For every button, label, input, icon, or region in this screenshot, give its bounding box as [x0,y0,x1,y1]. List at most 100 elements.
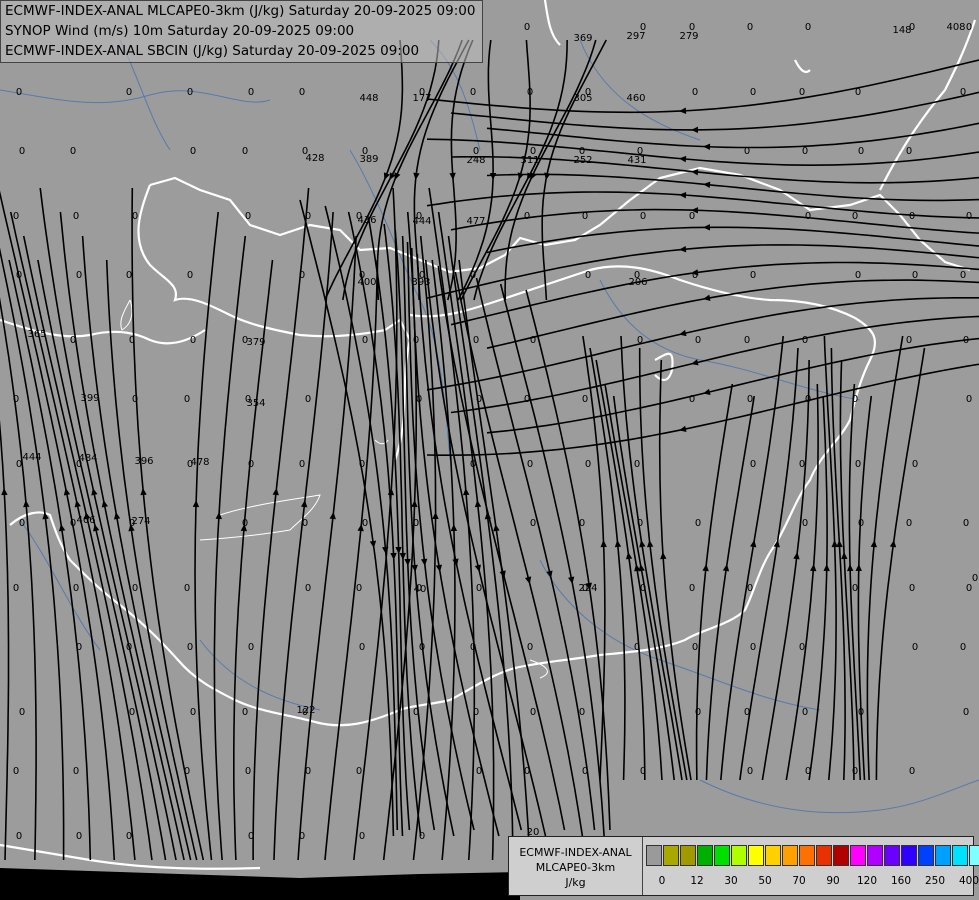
zero-value: 0 [302,707,308,718]
zero-value: 0 [362,335,368,346]
value-label: 444 [22,452,41,463]
zero-value: 0 [129,518,135,529]
value-label: 477 [466,216,485,227]
zero-value: 0 [413,518,419,529]
zero-value: 0 [242,335,248,346]
zero-value: 0 [359,642,365,653]
zero-value: 0 [858,707,864,718]
zero-value: 0 [419,642,425,653]
legend-title: ECMWF-INDEX-ANAL MLCAPE0-3km J/kg [509,837,643,895]
zero-value: 0 [805,766,811,777]
zero-value: 0 [799,459,805,470]
zero-value: 0 [473,335,479,346]
zero-value: 0 [689,394,695,405]
legend-swatch [918,845,934,866]
zero-value: 0 [527,87,533,98]
zero-value: 0 [695,518,701,529]
legend-swatch [731,845,747,866]
zero-value: 0 [76,831,82,842]
zero-value: 0 [129,335,135,346]
zero-value: 0 [359,270,365,281]
zero-value: 0 [960,270,966,281]
zero-value: 0 [695,335,701,346]
zero-value: 0 [524,22,530,33]
zero-value: 0 [356,583,362,594]
zero-value: 0 [750,87,756,98]
legend-parameter: MLCAPE0-3km [535,861,616,874]
zero-value: 0 [305,394,311,405]
legend-tick: 50 [758,875,772,887]
zero-value: 0 [855,459,861,470]
zero-value: 0 [470,459,476,470]
zero-value: 0 [70,518,76,529]
zero-value: 0 [805,211,811,222]
legend-swatch [969,845,979,866]
zero-value: 0 [640,583,646,594]
value-label: 379 [246,337,265,348]
zero-value: 0 [640,766,646,777]
zero-value: 0 [19,146,25,157]
zero-value: 0 [302,146,308,157]
header-line-mlcape: ECMWF-INDEX-ANAL MLCAPE0-3km (J/kg) Satu… [5,3,476,19]
zero-value: 0 [184,394,190,405]
legend-swatch [952,845,968,866]
zero-value: 0 [912,642,918,653]
zero-value: 0 [805,22,811,33]
zero-value: 0 [640,22,646,33]
zero-value: 0 [13,583,19,594]
zero-value: 0 [744,335,750,346]
zero-value: 0 [13,766,19,777]
zero-value: 0 [419,87,425,98]
legend-color-bar [646,845,979,866]
legend-swatch [884,845,900,866]
weather-map: 369 297 279 148 408 448 177 305 460 428 … [0,0,979,900]
legend-swatch [833,845,849,866]
zero-value: 0 [190,335,196,346]
zero-value: 0 [805,394,811,405]
legend-swatch [901,845,917,866]
zero-value: 0 [582,211,588,222]
zero-value: 0 [909,211,915,222]
zero-value: 0 [126,642,132,653]
zero-value: 0 [16,87,22,98]
zero-value: 0 [747,766,753,777]
zero-value: 0 [359,831,365,842]
zero-value: 0 [799,642,805,653]
zero-value: 0 [242,707,248,718]
zero-value: 0 [305,211,311,222]
legend-tick-labels: 0 12 30 50 70 90 120 160 250 400 [646,875,979,889]
legend-swatch [663,845,679,866]
zero-value: 0 [692,642,698,653]
zero-value: 0 [70,146,76,157]
zero-value: 0 [966,22,972,33]
zero-value: 0 [802,335,808,346]
zero-value: 0 [16,831,22,842]
zero-value: 0 [963,518,969,529]
zero-value: 0 [744,707,750,718]
zero-value: 0 [184,583,190,594]
legend-swatch [748,845,764,866]
zero-value: 0 [305,766,311,777]
zero-value: 0 [579,518,585,529]
zero-value: 0 [802,518,808,529]
zero-value: 0 [852,766,858,777]
zero-value: 0 [13,211,19,222]
zero-value: 0 [187,270,193,281]
zero-value: 0 [524,394,530,405]
zero-value: 0 [585,87,591,98]
zero-value: 0 [747,394,753,405]
zero-value: 0 [356,766,362,777]
zero-value: 0 [909,583,915,594]
zero-value: 0 [190,707,196,718]
value-label: 406 [76,515,95,526]
zero-value: 0 [906,518,912,529]
zero-value: 0 [76,459,82,470]
zero-value: 0 [416,583,422,594]
zero-value: 0 [470,270,476,281]
zero-value: 0 [524,766,530,777]
map-header: ECMWF-INDEX-ANAL MLCAPE0-3km (J/kg) Satu… [0,0,483,63]
legend-tick: 400 [958,875,979,887]
zero-value: 0 [126,831,132,842]
zero-value: 0 [299,831,305,842]
zero-value: 0 [416,211,422,222]
